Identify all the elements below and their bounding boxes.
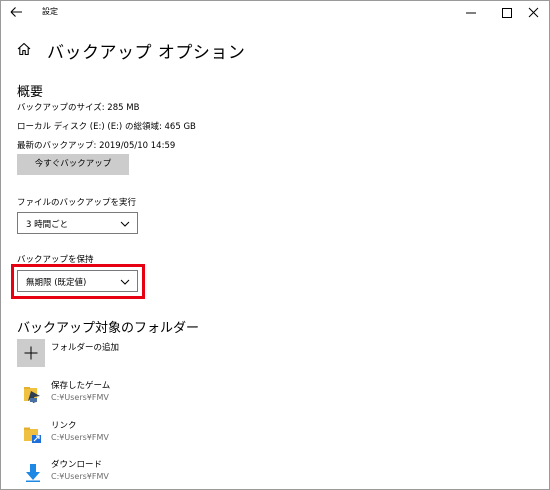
settings-window: 設定 バックアップ オプション 概要 バックアップのサイズ: 285 MB ロー… — [0, 0, 550, 490]
page-title: バックアップ オプション — [47, 43, 246, 63]
add-folder-label[interactable]: フォルダーの追加 — [51, 341, 119, 353]
backup-folders-heading: バックアップ対象のフォルダー — [17, 321, 200, 336]
links-icon — [23, 424, 43, 444]
saved-games-icon — [23, 384, 43, 404]
folder-path: C:¥Users¥FMV — [51, 433, 109, 442]
folder-name: ダウンロード — [51, 460, 103, 470]
latest-backup-text: 最新のバックアップ: 2019/05/10 14:59 — [17, 141, 176, 151]
backup-frequency-dropdown[interactable]: 3 時間ごと — [17, 212, 138, 234]
add-folder-button[interactable] — [17, 339, 45, 367]
disk-total-text: ローカル ディスク (E:) (E:) の総領域: 465 GB — [17, 122, 196, 132]
close-button[interactable] — [517, 1, 549, 25]
plus-icon — [24, 346, 38, 360]
folder-item-downloads[interactable]: ダウンロード C:¥Users¥FMV — [17, 458, 317, 489]
minimize-button[interactable] — [453, 1, 489, 25]
chevron-down-icon — [120, 220, 130, 228]
folder-item-links[interactable]: リンク C:¥Users¥FMV — [17, 419, 317, 453]
backup-frequency-label: ファイルのバックアップを実行 — [17, 198, 137, 208]
folder-path: C:¥Users¥FMV — [51, 393, 109, 402]
home-icon[interactable] — [16, 41, 32, 57]
backup-frequency-value: 3 時間ごと — [26, 220, 69, 230]
highlight-box — [11, 264, 145, 299]
title-bar: 設定 — [1, 1, 549, 25]
folder-item-saved-games[interactable]: 保存したゲーム C:¥Users¥FMV — [17, 379, 317, 413]
folder-name: 保存したゲーム — [51, 381, 111, 391]
folder-path: C:¥Users¥FMV — [51, 472, 109, 481]
backup-now-button[interactable]: 今すぐバックアップ — [17, 154, 129, 175]
downloads-icon — [23, 463, 43, 483]
backup-size-text: バックアップのサイズ: 285 MB — [17, 103, 140, 113]
window-title: 設定 — [42, 7, 58, 16]
folder-name: リンク — [51, 421, 77, 431]
back-arrow-icon[interactable] — [7, 4, 27, 20]
overview-heading: 概要 — [17, 85, 44, 100]
